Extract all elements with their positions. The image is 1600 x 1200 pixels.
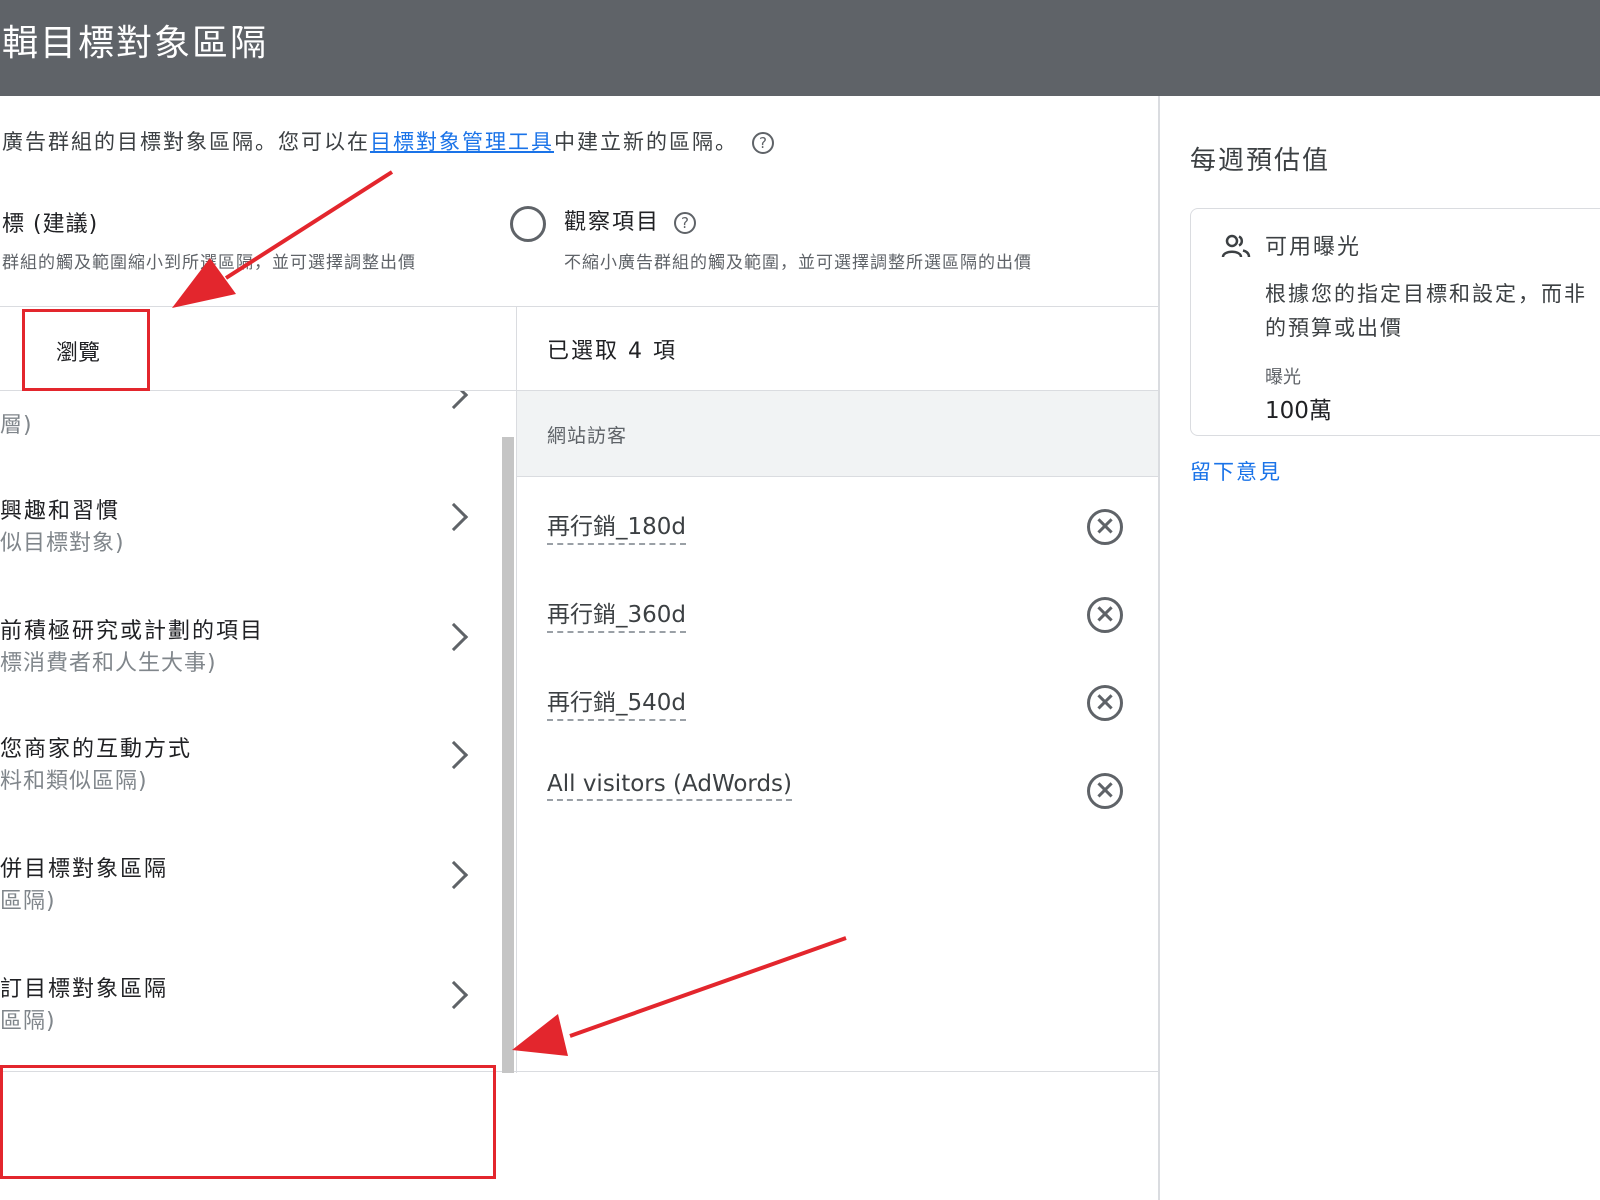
audience-manager-link[interactable]: 目標對象管理工具 — [370, 130, 554, 154]
annotation-box-browse — [22, 309, 150, 391]
observation-option-subtitle: 不縮小廣告群組的觸及範圍，並可選擇調整所選區隔的出價 — [564, 253, 1032, 273]
selected-item: 再行銷_180d × — [517, 507, 1158, 595]
audience-picker: 瀏覽 層) 興趣和習慣 似目標對象) 前積極研究或計劃的項目 標消費者和人生大事… — [0, 306, 1158, 1179]
card-description-line: 的預算或出價 — [1265, 316, 1403, 340]
browse-item[interactable]: 興趣和習慣 似目標對象) — [0, 467, 500, 587]
description-prefix: 廣告群組的目標對象區隔。您可以在 — [2, 130, 370, 154]
remove-icon[interactable]: × — [1087, 597, 1123, 633]
targeting-option-title[interactable]: 標 (建議) — [2, 206, 98, 238]
people-icon — [1221, 234, 1251, 258]
browse-item[interactable]: 您商家的互動方式 料和類似區隔) — [0, 707, 500, 827]
browse-item[interactable]: 訂目標對象區隔 區隔) — [0, 947, 500, 1067]
selected-item-label[interactable]: 再行銷_540d — [547, 683, 686, 721]
help-icon[interactable]: ? — [752, 132, 774, 154]
scrollbar[interactable] — [502, 437, 514, 1073]
selected-group-label: 網站訪客 — [547, 425, 628, 447]
description-text: 廣告群組的目標對象區隔。您可以在目標對象管理工具中建立新的區隔。? — [2, 126, 774, 156]
browse-item-title: 您商家的互動方式 — [0, 737, 193, 762]
selected-item: 再行銷_540d × — [517, 683, 1158, 771]
targeting-option-subtitle: 群組的觸及範圍縮小到所選區隔，並可選擇調整出價 — [2, 253, 416, 273]
main-panel: 廣告群組的目標對象區隔。您可以在目標對象管理工具中建立新的區隔。? 標 (建議)… — [0, 96, 1158, 1200]
selected-item-label[interactable]: 再行銷_360d — [547, 595, 686, 633]
weekly-estimates-title: 每週預估值 — [1190, 146, 1331, 176]
browse-item-subtitle: 層) — [0, 413, 33, 438]
chevron-right-icon — [439, 391, 469, 410]
selected-count: 已選取 4 項 — [547, 339, 677, 364]
browse-header: 瀏覽 — [0, 307, 516, 391]
chevron-right-icon — [439, 740, 469, 770]
description-suffix: 中建立新的區隔。 — [554, 130, 738, 154]
estimate-card: 可用曝光 根據您的指定目標和設定，而非 的預算或出價 曝光 100萬 — [1190, 208, 1600, 436]
feedback-link[interactable]: 留下意見 — [1190, 456, 1282, 486]
chevron-right-icon — [439, 980, 469, 1010]
browse-item-subtitle: 似目標對象) — [0, 531, 125, 556]
impressions-value: 100萬 — [1265, 398, 1332, 424]
browse-list: 層) 興趣和習慣 似目標對象) 前積極研究或計劃的項目 標消費者和人生大事) 您… — [0, 391, 500, 1073]
observation-option-label: 觀察項目 — [564, 210, 661, 235]
browse-item-subtitle: 區隔) — [0, 889, 56, 914]
impressions-label: 曝光 — [1265, 367, 1301, 388]
remove-icon[interactable]: × — [1087, 685, 1123, 721]
browse-item-subtitle: 料和類似區隔) — [0, 769, 148, 794]
observation-option-title[interactable]: 觀察項目? — [564, 204, 697, 236]
dialog-title: 輯目標對象區隔 — [2, 23, 269, 64]
help-icon[interactable]: ? — [674, 212, 697, 234]
browse-item-subtitle: 標消費者和人生大事) — [0, 651, 217, 676]
selected-group-header: 網站訪客 — [517, 391, 1158, 477]
selected-item-label[interactable]: 再行銷_180d — [547, 507, 686, 545]
card-description-line: 根據您的指定目標和設定，而非 — [1265, 282, 1587, 306]
card-description: 根據您的指定目標和設定，而非 的預算或出價 — [1265, 277, 1600, 345]
chevron-right-icon — [439, 502, 469, 532]
annotation-box-custom-segments — [0, 1065, 496, 1179]
browse-item-title: 前積極研究或計劃的項目 — [0, 619, 265, 644]
selected-header: 已選取 4 項 — [517, 307, 1158, 391]
browse-item[interactable]: 層) — [0, 391, 500, 471]
chevron-right-icon — [439, 860, 469, 890]
browse-item[interactable]: 前積極研究或計劃的項目 標消費者和人生大事) — [0, 587, 500, 707]
browse-item-subtitle: 區隔) — [0, 1009, 56, 1034]
estimates-panel: 每週預估值 可用曝光 根據您的指定目標和設定，而非 的預算或出價 曝光 100萬… — [1160, 96, 1600, 1200]
card-title: 可用曝光 — [1265, 235, 1362, 260]
observation-radio[interactable] — [510, 206, 546, 242]
remove-icon[interactable]: × — [1087, 509, 1123, 545]
chevron-right-icon — [439, 622, 469, 652]
dialog-header: 輯目標對象區隔 — [0, 0, 1600, 96]
browse-item-title: 訂目標對象區隔 — [0, 977, 169, 1002]
selected-item: All visitors (AdWords) × — [517, 771, 1158, 859]
browse-item-title: 併目標對象區隔 — [0, 857, 169, 882]
selected-item: 再行銷_360d × — [517, 595, 1158, 683]
browse-item-title: 興趣和習慣 — [0, 499, 121, 524]
browse-item[interactable]: 併目標對象區隔 區隔) — [0, 827, 500, 947]
remove-icon[interactable]: × — [1087, 773, 1123, 809]
selected-item-label[interactable]: All visitors (AdWords) — [547, 771, 793, 801]
